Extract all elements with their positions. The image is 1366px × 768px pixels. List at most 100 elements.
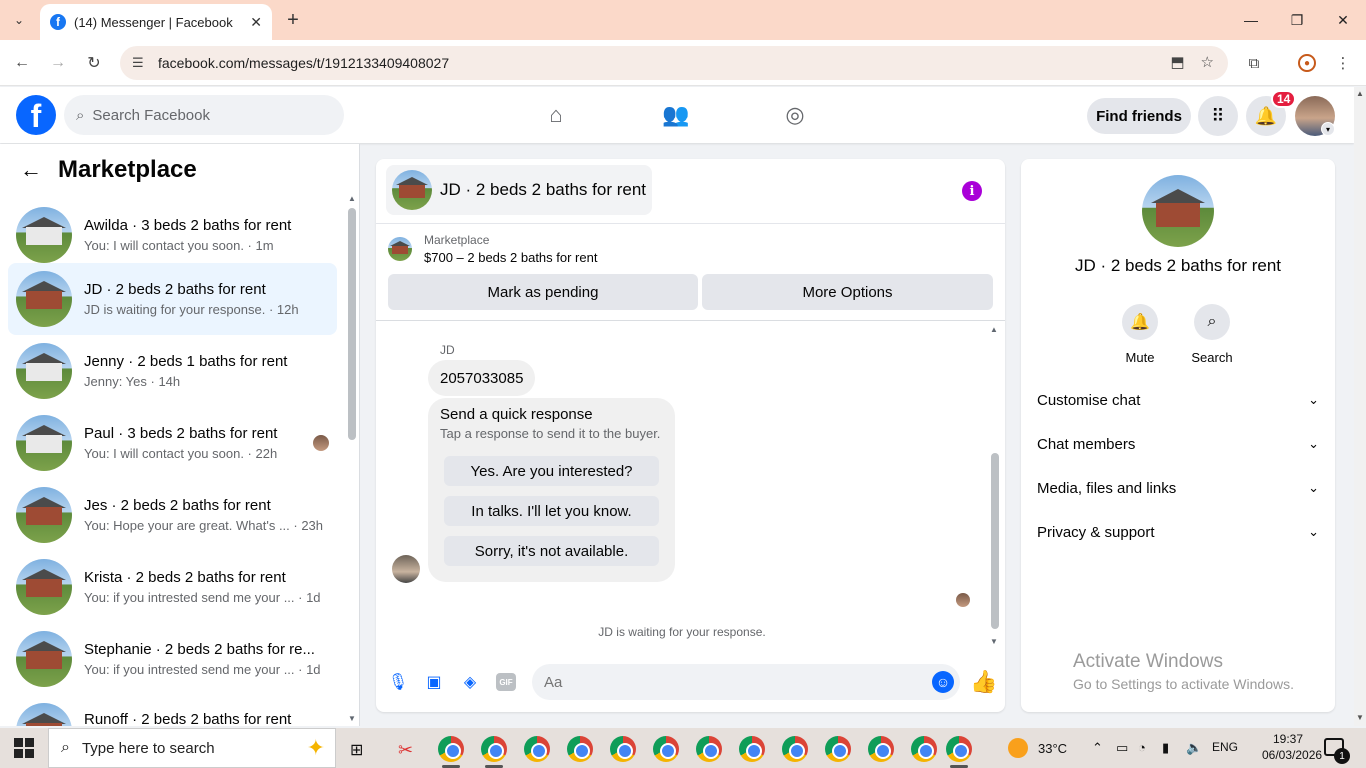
tab-close-icon[interactable]: ✕: [250, 14, 262, 31]
media-files-links-row[interactable]: Media, files and links ⌄: [1029, 466, 1327, 510]
search-icon: ⌕: [1194, 304, 1230, 340]
facebook-logo-icon[interactable]: f: [16, 95, 56, 135]
reload-icon[interactable]: ↻: [82, 51, 106, 75]
tab-search-icon[interactable]: ⌄: [6, 8, 32, 32]
new-tab-button[interactable]: +: [282, 8, 304, 32]
snipping-tool-icon[interactable]: ✂: [398, 740, 413, 761]
listing-thumbnail: [1142, 175, 1214, 247]
conversation-item-jes[interactable]: Jes · 2 beds 2 baths for rent You: Hope …: [8, 479, 337, 551]
chrome-icon[interactable]: [825, 736, 851, 762]
photo-icon[interactable]: ▣: [423, 671, 445, 693]
chrome-icon[interactable]: [946, 736, 972, 762]
scroll-down-arrow-icon[interactable]: ▼: [348, 714, 356, 723]
privacy-support-row[interactable]: Privacy & support ⌄: [1029, 510, 1327, 554]
back-arrow-icon[interactable]: ←: [10, 51, 34, 75]
quick-response-in-talks-button[interactable]: In talks. I'll let you know.: [444, 496, 659, 526]
page-scrollbar[interactable]: ▲ ▼: [1354, 87, 1366, 726]
emoji-icon[interactable]: ☺: [932, 671, 954, 693]
microphone-icon[interactable]: 🎙: [387, 671, 409, 693]
chat-scrollbar[interactable]: [991, 453, 999, 629]
windows-start-icon[interactable]: [14, 738, 34, 758]
forward-arrow-icon[interactable]: →: [46, 51, 70, 75]
bookmark-star-icon[interactable]: ☆: [1201, 53, 1214, 71]
chrome-icon[interactable]: [481, 736, 507, 762]
groups-icon[interactable]: ◎: [781, 101, 809, 129]
weather-widget[interactable]: 33°C: [1008, 738, 1067, 758]
network-icon[interactable]: ◔: [1138, 740, 1146, 755]
install-app-icon[interactable]: ⬒: [1170, 53, 1184, 71]
browser-tab-messenger[interactable]: f (14) Messenger | Facebook ✕: [40, 4, 272, 40]
quick-response-yes-button[interactable]: Yes. Are you interested?: [444, 456, 659, 486]
minimize-button[interactable]: —: [1228, 0, 1274, 40]
chrome-icon[interactable]: [868, 736, 894, 762]
language-indicator[interactable]: ENG: [1212, 740, 1238, 754]
chrome-icon[interactable]: [653, 736, 679, 762]
chrome-icon[interactable]: [610, 736, 636, 762]
message-input[interactable]: [532, 664, 960, 700]
chevron-down-icon: ⌄: [1308, 392, 1319, 407]
mute-button[interactable]: 🔔 Mute: [1110, 304, 1170, 365]
customise-chat-row[interactable]: Customise chat ⌄: [1029, 378, 1327, 422]
battery-icon[interactable]: ▮: [1162, 740, 1169, 756]
extensions-icon[interactable]: ⧉: [1243, 52, 1265, 74]
message-bubble[interactable]: 2057033085: [428, 360, 536, 396]
browser-menu-icon[interactable]: ⋮: [1332, 52, 1354, 74]
menu-grid-icon[interactable]: ⠿: [1198, 96, 1238, 136]
conversation-item-stephanie[interactable]: Stephanie · 2 beds 2 baths for re... You…: [8, 623, 337, 695]
task-view-icon[interactable]: ⊞: [350, 740, 363, 760]
profile-icon[interactable]: ●: [1296, 52, 1318, 74]
friends-icon[interactable]: 👥: [662, 101, 690, 129]
conversation-item-paul[interactable]: Paul · 3 beds 2 baths for rent You: I wi…: [8, 407, 337, 479]
chrome-icon[interactable]: [739, 736, 765, 762]
thumbs-up-icon[interactable]: 👍: [970, 669, 997, 695]
bell-icon: 🔔: [1122, 304, 1158, 340]
scroll-down-arrow-icon[interactable]: ▼: [990, 637, 998, 646]
device-icon[interactable]: ▭: [1116, 740, 1128, 756]
volume-icon[interactable]: 🔈: [1186, 740, 1202, 756]
conversation-item-krista[interactable]: Krista · 2 beds 2 baths for rent You: if…: [8, 551, 337, 623]
tray-chevron-up-icon[interactable]: ⌃: [1092, 740, 1103, 756]
chrome-icon[interactable]: [438, 736, 464, 762]
chevron-down-icon: ⌄: [1308, 436, 1319, 451]
close-window-button[interactable]: ✕: [1320, 0, 1366, 40]
list-scrollbar[interactable]: [348, 208, 356, 440]
taskbar-search-input[interactable]: ⌕ Type here to search ✦: [48, 728, 336, 768]
gif-icon[interactable]: GIF: [495, 671, 517, 693]
more-options-button[interactable]: More Options: [702, 274, 993, 310]
conversation-item-jd[interactable]: JD · 2 beds 2 baths for rent JD is waiti…: [8, 263, 337, 335]
facebook-search-input[interactable]: ⌕ Search Facebook: [64, 95, 344, 135]
search-chat-button[interactable]: ⌕ Search: [1182, 304, 1242, 365]
scroll-down-arrow-icon[interactable]: ▼: [1356, 713, 1364, 722]
chrome-icon[interactable]: [911, 736, 937, 762]
scroll-up-arrow-icon[interactable]: ▲: [990, 325, 998, 334]
search-icon: ⌕: [61, 739, 70, 756]
conversation-item-runoff[interactable]: Runoff · 2 beds 2 baths for rent: [8, 695, 337, 726]
account-caret-icon[interactable]: ▾: [1321, 122, 1335, 136]
chat-members-row[interactable]: Chat members ⌄: [1029, 422, 1327, 466]
chrome-icon[interactable]: [524, 736, 550, 762]
sticker-icon[interactable]: ◈: [459, 671, 481, 693]
taskbar-clock[interactable]: 19:37 06/03/2026: [1262, 731, 1322, 763]
chrome-icon[interactable]: [696, 736, 722, 762]
info-icon[interactable]: i: [962, 181, 982, 201]
quick-response-not-available-button[interactable]: Sorry, it's not available.: [444, 536, 659, 566]
sender-avatar[interactable]: [392, 555, 420, 583]
chrome-icon[interactable]: [782, 736, 808, 762]
back-arrow-icon[interactable]: ←: [20, 157, 42, 183]
marketplace-listing-banner[interactable]: Marketplace $700 – 2 beds 2 baths for re…: [388, 233, 597, 265]
address-bar[interactable]: ☰ facebook.com/messages/t/19121334094080…: [120, 46, 1228, 80]
scroll-up-arrow-icon[interactable]: ▲: [348, 194, 356, 203]
chrome-icon[interactable]: [567, 736, 593, 762]
conversation-item-awilda[interactable]: Awilda · 3 beds 2 baths for rent You: I …: [8, 199, 337, 271]
find-friends-button[interactable]: Find friends: [1087, 98, 1191, 134]
site-info-icon[interactable]: ☰: [132, 55, 150, 71]
restore-button[interactable]: ❐: [1274, 0, 1320, 40]
browser-toolbar: ← → ↻ ☰ facebook.com/messages/t/19121334…: [0, 40, 1366, 86]
scroll-up-arrow-icon[interactable]: ▲: [1356, 89, 1364, 98]
chat-header[interactable]: JD · 2 beds 2 baths for rent: [386, 165, 652, 215]
home-icon[interactable]: ⌂: [542, 101, 570, 129]
conversation-preview: JD is waiting for your response. · 12h: [84, 302, 299, 317]
conversation-item-jenny[interactable]: Jenny · 2 beds 1 baths for rent Jenny: Y…: [8, 335, 337, 407]
mark-as-pending-button[interactable]: Mark as pending: [388, 274, 698, 310]
facebook-favicon-icon: f: [50, 14, 66, 30]
